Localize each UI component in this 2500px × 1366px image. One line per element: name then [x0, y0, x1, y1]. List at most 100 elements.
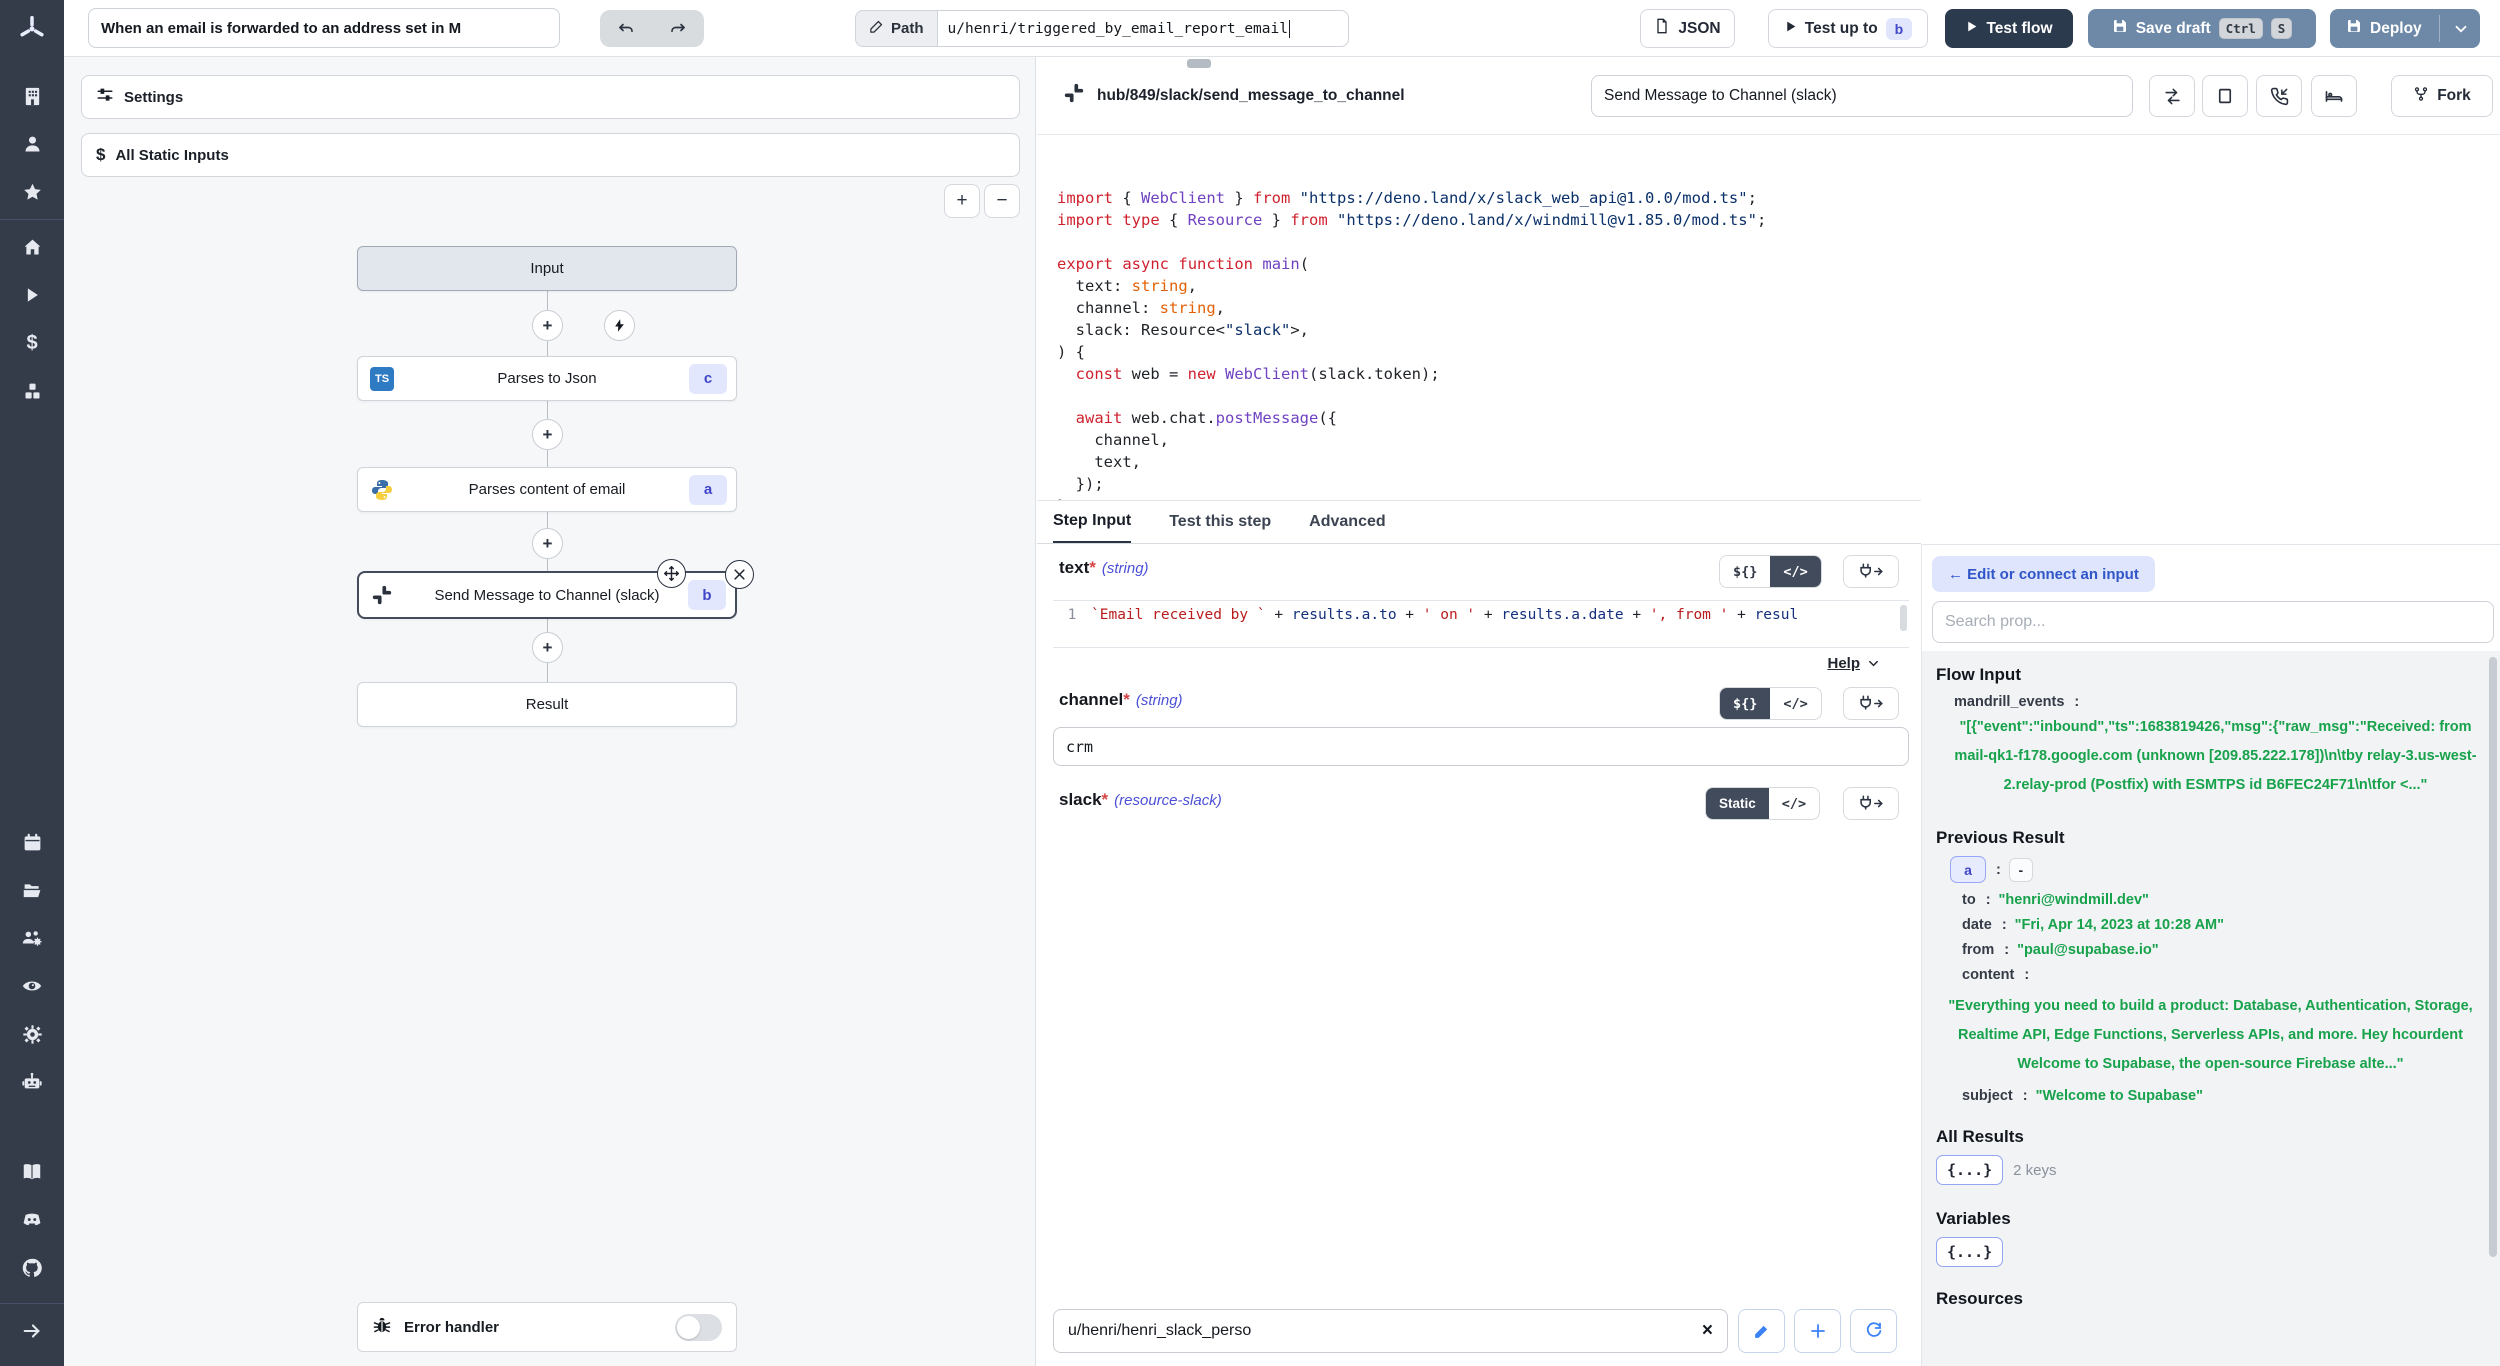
slack-connect-plug-icon[interactable]	[1843, 787, 1899, 820]
variables-dollar-icon[interactable]: $	[0, 326, 64, 360]
tab-advanced[interactable]: Advanced	[1309, 501, 1385, 543]
expand-sidebar-arrow-icon[interactable]	[0, 1314, 64, 1348]
prop-value-block-content: "Everything you need to build a product:…	[1944, 992, 2477, 1079]
code-token: ,	[1216, 299, 1225, 317]
test-up-to-button[interactable]: Test up to b	[1768, 9, 1928, 48]
flow-input-value[interactable]: "[{"event":"inbound","ts":1683819426,"ms…	[1954, 713, 2477, 800]
home-icon[interactable]	[0, 230, 64, 264]
github-icon[interactable]	[0, 1251, 64, 1285]
error-handler-toggle[interactable]	[675, 1314, 722, 1341]
bed-icon[interactable]	[2311, 75, 2357, 117]
slack-mode-static[interactable]: Static	[1706, 788, 1769, 819]
json-button[interactable]: JSON	[1640, 9, 1735, 48]
edit-resource-pencil-icon[interactable]	[1738, 1309, 1785, 1353]
test-flow-button[interactable]: Test flow	[1945, 9, 2073, 48]
redo-icon[interactable]	[656, 13, 700, 44]
channel-connect-plug-icon[interactable]	[1843, 687, 1899, 720]
add-step-button[interactable]: +	[532, 310, 563, 341]
flow-title-input[interactable]	[88, 8, 560, 48]
flow-node-input[interactable]: Input	[357, 246, 737, 291]
prop-row-to[interactable]: to:"henri@windmill.dev"	[1962, 892, 2477, 908]
slack-resource-picker[interactable]: u/henri/henri_slack_perso ×	[1053, 1309, 1728, 1353]
slack-mode-code[interactable]: </>	[1769, 788, 1819, 819]
resources-cubes-icon[interactable]	[0, 374, 64, 408]
prop-scroll-area[interactable]: Flow Input mandrill_events: "[{"event":"…	[1922, 651, 2500, 1366]
path-input[interactable]: u/henri/triggered_by_email_report_email	[937, 10, 1349, 47]
clear-resource-icon[interactable]: ×	[1702, 1320, 1713, 1342]
error-handler-box[interactable]: Error handler	[357, 1302, 737, 1352]
flow-input-key-row[interactable]: mandrill_events:	[1954, 693, 2477, 711]
phone-incoming-icon[interactable]	[2256, 75, 2302, 117]
robot-icon[interactable]	[0, 1065, 64, 1099]
trigger-bolt-icon[interactable]	[604, 310, 635, 341]
previous-result-heading: Previous Result	[1936, 828, 2477, 848]
prop-row-subject[interactable]: subject:"Welcome to Supabase"	[1962, 1088, 2477, 1104]
schedules-calendar-icon[interactable]	[0, 825, 64, 859]
code-token: results.a.date	[1501, 607, 1623, 623]
discord-icon[interactable]	[0, 1203, 64, 1237]
prop-value: "henri@windmill.dev"	[1999, 892, 2149, 908]
text-mode-template[interactable]: ${}	[1720, 556, 1770, 587]
expression-scrollbar[interactable]	[1900, 605, 1907, 631]
prop-row-date[interactable]: date:"Fri, Apr 14, 2023 at 10:28 AM"	[1962, 917, 2477, 933]
favorites-star-icon[interactable]	[0, 175, 64, 209]
add-resource-plus-icon[interactable]	[1794, 1309, 1841, 1353]
channel-mode-code[interactable]: </>	[1770, 688, 1820, 719]
step-a-badge[interactable]: a	[1950, 856, 1986, 883]
zoom-in-button[interactable]: +	[944, 184, 980, 218]
text-connect-plug-icon[interactable]	[1843, 555, 1899, 588]
audit-eye-icon[interactable]	[0, 969, 64, 1003]
prop-row-content[interactable]: content:	[1962, 967, 2477, 983]
tab-step-input[interactable]: Step Input	[1053, 501, 1131, 543]
add-step-button[interactable]: +	[532, 528, 563, 559]
move-step-icon[interactable]	[657, 559, 686, 588]
channel-mode-template[interactable]: ${}	[1720, 688, 1770, 719]
user-icon[interactable]	[0, 127, 64, 161]
add-step-button[interactable]: +	[532, 419, 563, 450]
workspace-icon[interactable]	[0, 79, 64, 113]
settings-gear-icon[interactable]	[0, 1017, 64, 1051]
deploy-button[interactable]: Deploy	[2330, 9, 2480, 48]
undo-icon[interactable]	[604, 13, 648, 44]
windmill-logo-icon[interactable]	[0, 0, 64, 57]
path-edit-button[interactable]: Path	[855, 10, 937, 47]
delete-step-icon[interactable]	[725, 560, 754, 589]
step-summary-input[interactable]	[1591, 75, 2133, 117]
groups-users-icon[interactable]	[0, 921, 64, 955]
swap-arrows-icon[interactable]	[2149, 75, 2195, 117]
code-token: WebClient	[1225, 365, 1309, 383]
text-expression-editor[interactable]: 1 `Email received by ` + results.a.to + …	[1053, 600, 1909, 648]
expand-variables-button[interactable]: {...}	[1936, 1237, 2003, 1267]
error-handler-label: Error handler	[404, 1319, 499, 1336]
props-scrollbar[interactable]	[2489, 657, 2497, 1257]
collapse-button[interactable]: -	[2009, 858, 2033, 882]
flow-settings-button[interactable]: Settings	[81, 75, 1020, 119]
expand-all-results-button[interactable]: {...}	[1936, 1155, 2003, 1185]
code-token: from	[1253, 189, 1290, 207]
prop-row-from[interactable]: from:"paul@supabase.io"	[1962, 942, 2477, 958]
tab-test-this-step[interactable]: Test this step	[1169, 501, 1271, 543]
flow-node-step-c[interactable]: TS Parses to Json c	[357, 356, 737, 401]
refresh-resource-icon[interactable]	[1850, 1309, 1897, 1353]
channel-value-input[interactable]: crm	[1053, 727, 1909, 766]
deploy-dropdown-chevron-icon[interactable]	[2452, 20, 2470, 43]
slack-icon	[371, 584, 393, 606]
fork-button[interactable]: Fork	[2391, 75, 2493, 117]
edit-or-connect-button[interactable]: ← Edit or connect an input	[1932, 556, 2155, 592]
save-draft-button[interactable]: Save draft Ctrl S	[2088, 9, 2316, 48]
flow-node-step-a[interactable]: Parses content of email a	[357, 467, 737, 512]
code-token: export	[1057, 255, 1113, 273]
channel-field-label: channel* (string)	[1059, 690, 1183, 710]
help-link[interactable]: Help	[1827, 655, 1881, 672]
square-icon[interactable]	[2202, 75, 2248, 117]
flow-node-result[interactable]: Result	[357, 682, 737, 727]
prop-search-input[interactable]	[1932, 601, 2494, 643]
text-mode-code[interactable]: </>	[1770, 556, 1820, 587]
all-static-inputs-button[interactable]: $ All Static Inputs	[81, 133, 1020, 177]
add-step-button[interactable]: +	[532, 632, 563, 663]
folders-icon[interactable]	[0, 873, 64, 907]
runs-play-icon[interactable]	[0, 278, 64, 312]
zoom-out-button[interactable]: −	[984, 184, 1020, 218]
docs-book-icon[interactable]	[0, 1155, 64, 1189]
code-editor[interactable]: import { WebClient } from "https://deno.…	[1037, 135, 2500, 500]
